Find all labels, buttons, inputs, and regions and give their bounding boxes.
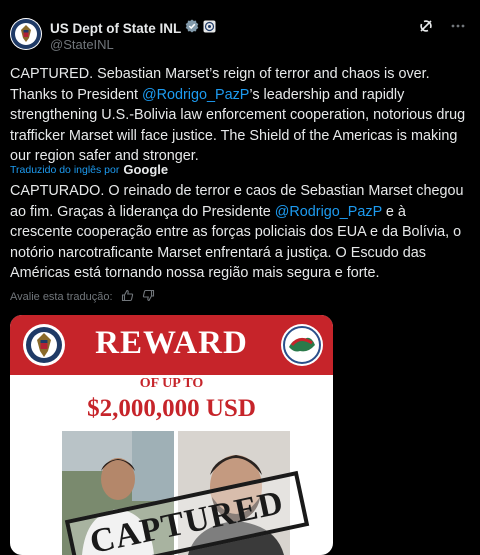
handle[interactable]: @StateINL — [50, 37, 114, 52]
translated-by: Traduzido do inglês por Google — [10, 162, 168, 177]
rate-translation: Avalie esta tradução: — [10, 289, 155, 305]
grok-icon[interactable] — [418, 18, 434, 39]
affiliate-badge-icon — [203, 20, 216, 38]
poster-title: REWARD — [95, 325, 248, 361]
verified-badge-icon — [185, 19, 199, 38]
tweet: US Dept of State INL @StateINL CAPTURED.… — [0, 0, 480, 555]
poster-of-up-to: OF UP TO — [139, 376, 204, 391]
tweet-text: CAPTURED. Sebastian Marset’s reign of te… — [10, 66, 466, 164]
google-logo: Google — [123, 162, 169, 177]
thumbs-up-icon[interactable] — [121, 289, 134, 305]
rate-translation-label: Avalie esta tradução: — [10, 291, 113, 303]
thumbs-down-icon[interactable] — [142, 289, 155, 305]
more-icon[interactable] — [450, 18, 466, 39]
mention-link-translated[interactable]: @Rodrigo_PazP — [275, 204, 382, 220]
poster-amount: $2,000,000 USD — [87, 395, 256, 422]
avatar[interactable] — [10, 18, 42, 50]
display-name[interactable]: US Dept of State INL — [50, 21, 181, 36]
mention-link[interactable]: @Rodrigo_PazP — [142, 87, 249, 103]
reward-poster-image[interactable]: REWARD OF UP TO $2,000,000 USD CAPTURED — [10, 315, 333, 555]
translated-by-label: Traduzido do inglês por — [10, 163, 120, 176]
translated-text: CAPTURADO. O reinado de terror e caos de… — [10, 183, 464, 281]
